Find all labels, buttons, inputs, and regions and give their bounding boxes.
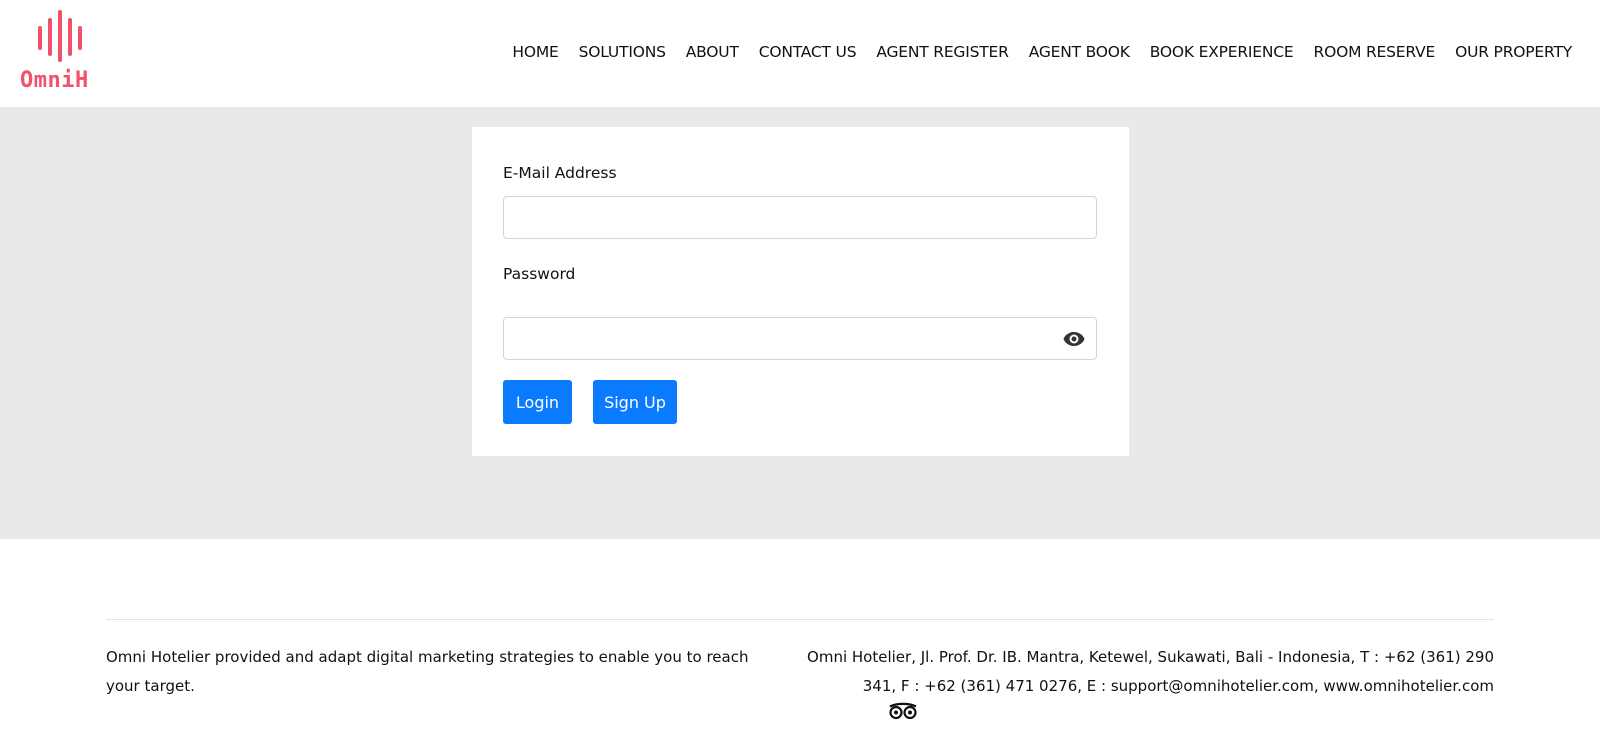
email-input[interactable] [503, 196, 1097, 239]
nav-room-reserve[interactable]: ROOM RESERVE [1314, 43, 1436, 61]
logo-bars-icon [38, 10, 82, 62]
email-label: E-Mail Address [503, 164, 617, 182]
nav-our-property[interactable]: OUR PROPERTY [1455, 43, 1572, 61]
footer-divider [106, 619, 1494, 620]
nav-home[interactable]: HOME [512, 43, 558, 61]
footer-tagline: Omni Hotelier provided and adapt digital… [106, 648, 749, 695]
nav-agent-book[interactable]: AGENT BOOK [1029, 43, 1130, 61]
login-section: E-Mail Address Password Login Sign Up [0, 107, 1600, 539]
password-label: Password [503, 265, 576, 283]
eye-icon[interactable] [1062, 327, 1086, 351]
nav-agent-register[interactable]: AGENT REGISTER [876, 43, 1009, 61]
footer-contact: Omni Hotelier, Jl. Prof. Dr. IB. Mantra,… [807, 648, 1494, 695]
site-header: OmniH HOME SOLUTIONS ABOUT CONTACT US AG… [0, 0, 1600, 107]
nav-book-experience[interactable]: BOOK EXPERIENCE [1150, 43, 1294, 61]
nav-solutions[interactable]: SOLUTIONS [579, 43, 666, 61]
tripadvisor-icon[interactable] [888, 702, 918, 720]
login-button[interactable]: Login [503, 380, 572, 424]
sign-up-button[interactable]: Sign Up [593, 380, 677, 424]
nav-about[interactable]: ABOUT [686, 43, 739, 61]
omnih-logo[interactable]: OmniH [20, 10, 110, 96]
login-card: E-Mail Address Password Login Sign Up [472, 127, 1129, 456]
logo-text: OmniH [20, 68, 89, 93]
nav-contact-us[interactable]: CONTACT US [759, 43, 857, 61]
password-input[interactable] [503, 317, 1097, 360]
main-nav: HOME SOLUTIONS ABOUT CONTACT US AGENT RE… [512, 43, 1572, 61]
